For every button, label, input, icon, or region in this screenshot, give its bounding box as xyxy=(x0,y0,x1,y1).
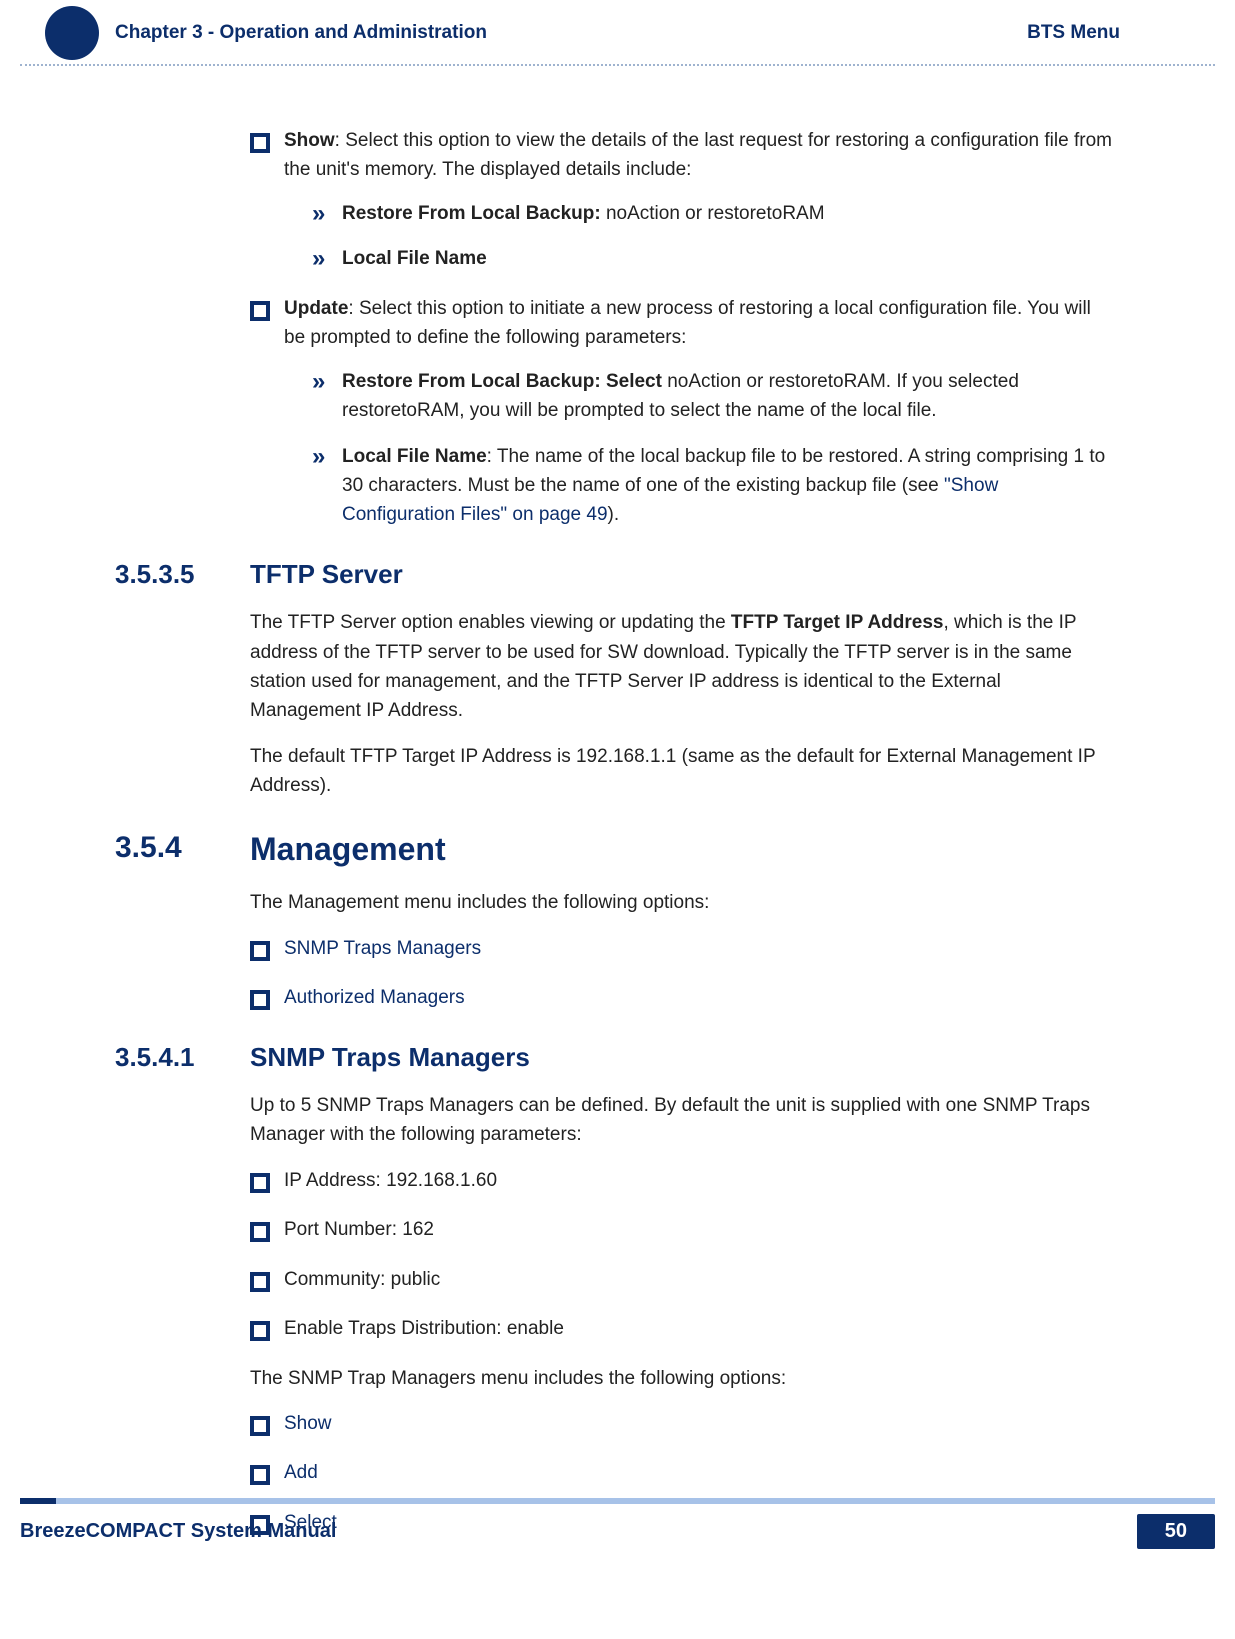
item-text: : Select this option to view the details… xyxy=(284,130,1112,180)
internal-link[interactable]: Add xyxy=(284,1462,318,1483)
list-item: SNMP Traps Managers xyxy=(250,934,1115,963)
paragraph: The default TFTP Target IP Address is 19… xyxy=(250,742,1115,801)
internal-link[interactable]: Show xyxy=(284,1413,332,1434)
internal-link[interactable]: SNMP Traps Managers xyxy=(284,938,481,959)
page-number: 50 xyxy=(1137,1514,1215,1549)
list-item: Community: public xyxy=(250,1265,1115,1294)
internal-link[interactable]: Authorized Managers xyxy=(284,987,465,1008)
sub-label: Local File Name xyxy=(342,446,487,467)
section-title: Management xyxy=(250,825,1115,875)
section-number: 3.5.4.1 xyxy=(115,1037,195,1077)
section-title: TFTP Server xyxy=(250,554,1115,594)
section-heading: 3.5.4.1 SNMP Traps Managers xyxy=(250,1037,1115,1077)
sub-item: Local File Name xyxy=(312,244,1115,273)
sub-item: Local File Name: The name of the local b… xyxy=(312,442,1115,530)
section-number: 3.5.3.5 xyxy=(115,554,195,594)
item-label: Update xyxy=(284,298,348,319)
list-item: Show: Select this option to view the det… xyxy=(250,126,1115,274)
list-item: Add xyxy=(250,1458,1115,1487)
list-item: Enable Traps Distribution: enable xyxy=(250,1314,1115,1343)
sub-text: ). xyxy=(608,504,620,525)
sub-list: Restore From Local Backup: noAction or r… xyxy=(284,199,1115,274)
list-item: Update: Select this option to initiate a… xyxy=(250,294,1115,530)
sub-text: noAction or restoretoRAM xyxy=(601,203,825,224)
page-header: Chapter 3 - Operation and Administration… xyxy=(115,0,1120,44)
page-footer: BreezeCOMPACT System Manual 50 xyxy=(0,1498,1235,1549)
list-item: Authorized Managers xyxy=(250,983,1115,1012)
manual-title: BreezeCOMPACT System Manual xyxy=(20,1520,1137,1543)
sub-item: Restore From Local Backup: Select noActi… xyxy=(312,367,1115,426)
paragraph: The SNMP Trap Managers menu includes the… xyxy=(250,1364,1115,1393)
section-heading: 3.5.4 Management xyxy=(250,825,1115,875)
section-heading: 3.5.3.5 TFTP Server xyxy=(250,554,1115,594)
item-text: : Select this option to initiate a new p… xyxy=(284,298,1091,348)
paragraph: The TFTP Server option enables viewing o… xyxy=(250,608,1115,726)
paragraph: Up to 5 SNMP Traps Managers can be defin… xyxy=(250,1091,1115,1150)
top-bullet-list: Show: Select this option to view the det… xyxy=(250,126,1115,530)
sub-label: Restore From Local Backup: Select xyxy=(342,371,662,392)
bold-text: TFTP Target IP Address xyxy=(731,612,944,633)
sub-item: Restore From Local Backup: noAction or r… xyxy=(312,199,1115,228)
list-item: IP Address: 192.168.1.60 xyxy=(250,1166,1115,1195)
list-item: Port Number: 162 xyxy=(250,1215,1115,1244)
sub-list: Restore From Local Backup: Select noActi… xyxy=(284,367,1115,530)
sub-label: Local File Name xyxy=(342,248,487,269)
footer-divider xyxy=(20,1498,1215,1504)
menu-title: BTS Menu xyxy=(1027,22,1120,44)
link-list: SNMP Traps Managers Authorized Managers xyxy=(250,934,1115,1013)
chapter-title: Chapter 3 - Operation and Administration xyxy=(115,22,1027,44)
section-title: SNMP Traps Managers xyxy=(250,1037,1115,1077)
text: The TFTP Server option enables viewing o… xyxy=(250,612,731,633)
page-content: Show: Select this option to view the det… xyxy=(115,66,1120,1537)
list-item: Show xyxy=(250,1409,1115,1438)
item-label: Show xyxy=(284,130,335,151)
param-list: IP Address: 192.168.1.60 Port Number: 16… xyxy=(250,1166,1115,1344)
sub-label: Restore From Local Backup: xyxy=(342,203,601,224)
paragraph: The Management menu includes the followi… xyxy=(250,888,1115,917)
header-circle-icon xyxy=(45,6,99,60)
section-number: 3.5.4 xyxy=(115,825,182,872)
